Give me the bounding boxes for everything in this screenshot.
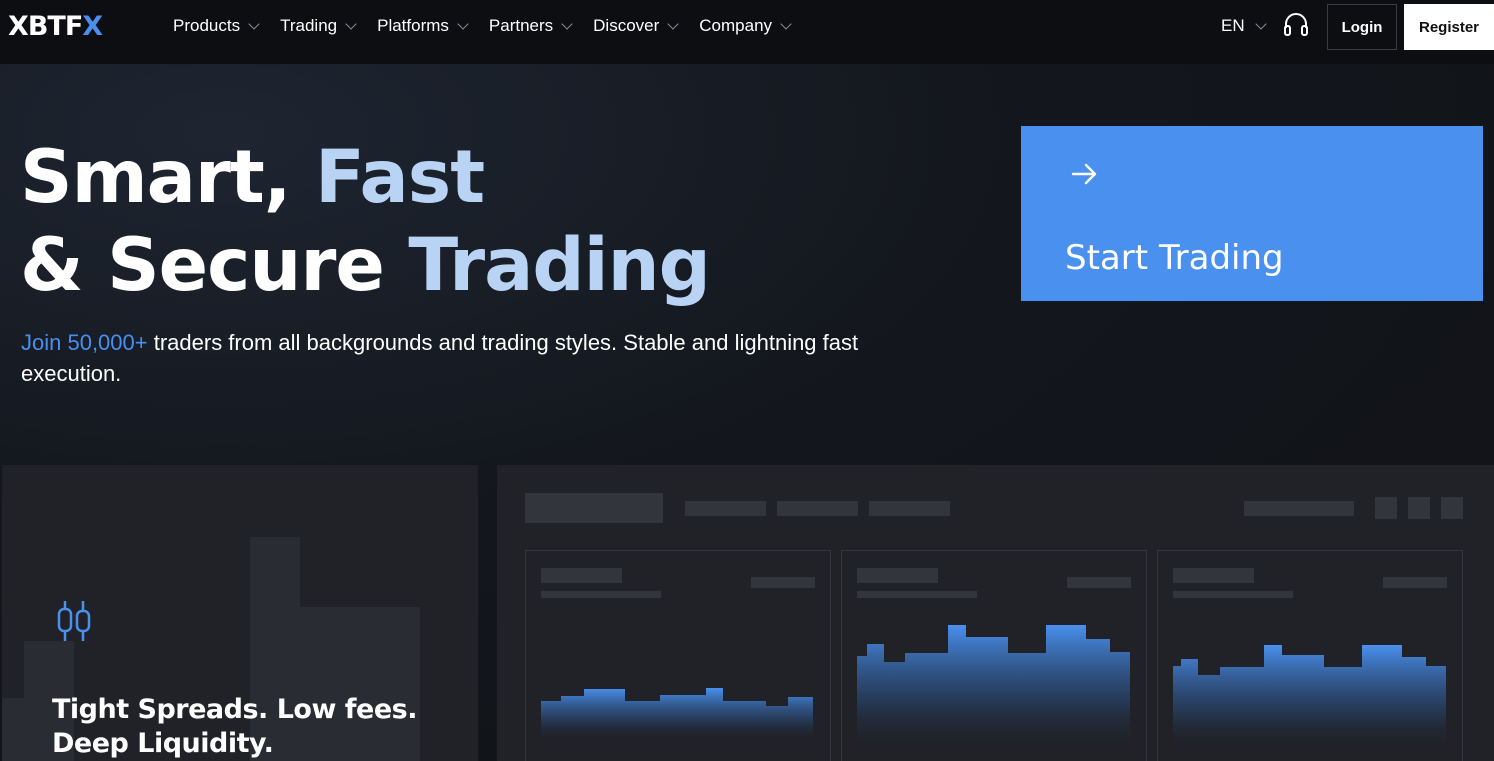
hero-subtitle-accent: Join 50,000+ <box>21 330 148 355</box>
feature-card: Tight Spreads. Low fees. Deep Liquidity. <box>2 465 478 761</box>
arrow-right-icon <box>1071 163 1097 185</box>
nav-item-company[interactable]: Company <box>699 16 792 36</box>
hero-headline: Smart, Fast & Secure Trading <box>20 134 711 310</box>
chevron-down-icon <box>248 18 260 30</box>
nav-item-label: Discover <box>593 16 660 35</box>
mini-chart-1 <box>541 688 813 741</box>
nav-item-discover[interactable]: Discover <box>593 16 679 36</box>
logo-text-accent: X <box>82 10 103 42</box>
chevron-down-icon <box>561 18 573 30</box>
mini-chart-2 <box>857 625 1130 751</box>
dashboard-preview <box>497 465 1494 761</box>
placeholder-bar <box>1244 501 1354 516</box>
feature-card-title: Tight Spreads. Low fees. Deep Liquidity. <box>52 693 418 761</box>
hero-section: Smart, Fast & Secure Trading Join 50,000… <box>0 64 1494 761</box>
headline-line2-white: & Secure <box>20 223 409 308</box>
headline-line1-white: Smart, <box>20 135 315 220</box>
placeholder-bar <box>869 501 950 516</box>
candlestick-icon <box>57 601 91 641</box>
placeholder-bar <box>525 493 663 523</box>
nav-item-label: Company <box>699 16 773 35</box>
headline-line2-blue: Trading <box>408 223 711 308</box>
headline-line1-blue: Fast <box>314 135 485 220</box>
language-label: EN <box>1221 16 1245 35</box>
mini-chart-panel <box>841 550 1147 761</box>
mini-chart-panel <box>525 550 831 761</box>
hero-subtitle: Join 50,000+ traders from all background… <box>21 327 941 389</box>
nav-item-label: Trading <box>280 16 338 35</box>
logo-text: XBTF <box>8 10 83 42</box>
chevron-down-icon <box>1254 18 1267 30</box>
mini-chart-3 <box>1173 645 1446 751</box>
mini-chart-panel <box>1157 550 1463 761</box>
nav-item-label: Products <box>173 16 241 35</box>
chevron-down-icon <box>457 18 469 30</box>
start-trading-label: Start Trading <box>1065 238 1284 278</box>
top-navigation: XBTF X Products Trading Platforms Partner… <box>0 0 1494 64</box>
brand-logo[interactable]: XBTF X <box>8 10 103 42</box>
start-trading-button[interactable]: Start Trading <box>1021 126 1483 301</box>
register-button[interactable]: Register <box>1404 4 1494 50</box>
headset-icon[interactable] <box>1282 12 1310 38</box>
chevron-down-icon <box>667 18 679 30</box>
nav-item-products[interactable]: Products <box>173 16 260 36</box>
chevron-down-icon <box>345 18 357 30</box>
language-selector[interactable]: EN <box>1221 16 1267 36</box>
placeholder-bar <box>685 501 766 516</box>
chevron-down-icon <box>780 18 792 30</box>
nav-item-platforms[interactable]: Platforms <box>377 16 469 36</box>
nav-item-label: Partners <box>488 16 554 35</box>
placeholder-square <box>1441 497 1463 519</box>
nav-item-partners[interactable]: Partners <box>488 16 573 36</box>
placeholder-square <box>1408 497 1430 519</box>
feature-title-line2: Deep Liquidity. <box>52 728 274 759</box>
placeholder-square <box>1375 497 1397 519</box>
nav-item-label: Platforms <box>377 16 449 35</box>
main-menu: Products Trading Platforms Partners Disc… <box>173 0 812 52</box>
decorative-block <box>2 698 24 761</box>
feature-title-line1: Tight Spreads. Low fees. <box>52 694 418 725</box>
placeholder-bar <box>777 501 858 516</box>
login-button[interactable]: Login <box>1327 4 1397 50</box>
nav-item-trading[interactable]: Trading <box>280 16 357 36</box>
